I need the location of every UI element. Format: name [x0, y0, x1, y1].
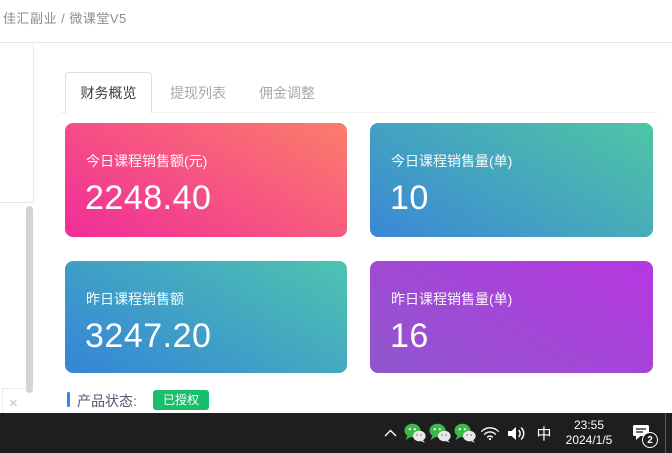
clock[interactable]: 23:55 2024/1/5: [557, 413, 621, 453]
tab-label: 提现列表: [170, 83, 226, 103]
ime-indicator[interactable]: 中: [531, 413, 557, 453]
left-panel-edge: ×: [0, 43, 42, 413]
tab-label: 财务概览: [81, 83, 137, 103]
product-status-label: 产品状态:: [77, 391, 137, 411]
show-desktop-button[interactable]: [665, 413, 666, 453]
stat-card-yesterday-sales-count: 昨日课程销售量(单) 16: [370, 261, 653, 373]
stat-card-label: 昨日课程销售额: [86, 289, 184, 309]
left-panel-border: [33, 43, 34, 202]
scrollbar-thumb[interactable]: [26, 206, 33, 393]
clock-date: 2024/1/5: [566, 433, 613, 448]
wechat-icon[interactable]: [427, 413, 452, 453]
stat-card-label: 今日课程销售量(单): [391, 151, 512, 171]
clock-time: 23:55: [574, 418, 604, 433]
tab-commission-adjust[interactable]: 佣金调整: [259, 72, 315, 113]
status-badge: 已授权: [153, 390, 209, 410]
windows-taskbar: 中 23:55 2024/1/5 2: [0, 413, 672, 453]
section-accent-bar: [67, 392, 70, 407]
top-bar: 佳汇副业 / 微课堂V5: [0, 0, 672, 43]
wechat-icon[interactable]: [452, 413, 477, 453]
close-icon[interactable]: ×: [9, 395, 18, 412]
tab-label: 佣金调整: [259, 83, 315, 103]
volume-icon[interactable]: [503, 413, 531, 453]
stat-card-value: 2248.40: [85, 179, 211, 218]
notification-badge: 2: [642, 432, 658, 448]
wechat-icon[interactable]: [402, 413, 427, 453]
stat-card-label: 今日课程销售额(元): [86, 151, 207, 171]
stat-card-value: 16: [390, 317, 429, 356]
stat-card-label: 昨日课程销售量(单): [391, 289, 512, 309]
tab-finance-overview[interactable]: 财务概览: [65, 72, 152, 113]
wifi-icon[interactable]: [477, 413, 503, 453]
stat-card-today-sales-amount: 今日课程销售额(元) 2248.40: [65, 123, 347, 237]
stat-card-yesterday-sales-amount: 昨日课程销售额 3247.20: [65, 261, 347, 373]
action-center-icon[interactable]: 2: [621, 413, 661, 453]
breadcrumb[interactable]: 佳汇副业 / 微课堂V5: [3, 8, 127, 27]
stat-card-today-sales-count: 今日课程销售量(单) 10: [370, 123, 653, 237]
screen: 佳汇副业 / 微课堂V5 × 财务概览 提现列表 佣金调整 今日课程销售额(元)…: [0, 0, 672, 453]
chevron-up-icon[interactable]: [378, 413, 402, 453]
stat-card-value: 3247.20: [85, 317, 211, 356]
stat-card-value: 10: [390, 179, 429, 218]
tab-withdraw-list[interactable]: 提现列表: [170, 72, 226, 113]
left-panel-divider: [0, 202, 34, 203]
